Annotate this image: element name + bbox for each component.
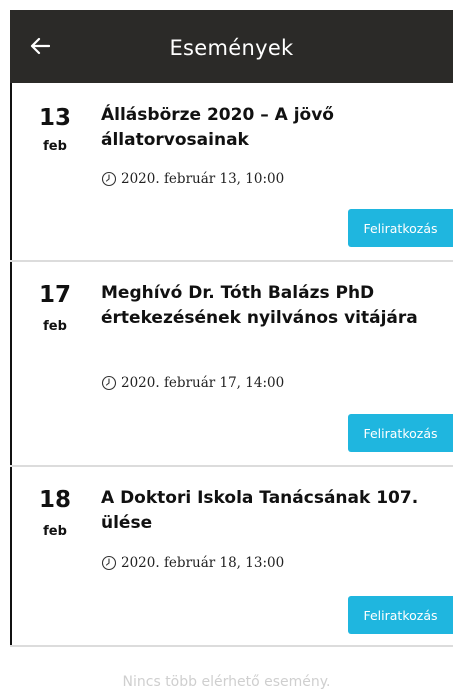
event-date-month: feb [43, 524, 67, 539]
event-time: 2020. február 17, 14:00 [101, 375, 284, 391]
arrow-left-icon [30, 37, 50, 55]
event-time: 2020. február 18, 13:00 [101, 555, 284, 571]
event-title[interactable]: A Doktori Iskola Tanácsának 107. ülése [101, 486, 431, 536]
event-time-text: 2020. február 18, 13:00 [121, 555, 285, 571]
clock-icon [101, 171, 117, 187]
event-title[interactable]: Állásbörze 2020 – A jövő állatorvosainak [101, 103, 431, 153]
divider [10, 645, 453, 647]
event-card[interactable]: 18 feb A Doktori Iskola Tanácsának 107. … [10, 467, 453, 645]
event-date-day: 17 [38, 282, 71, 308]
event-date-month: feb [43, 319, 67, 334]
subscribe-button[interactable]: Feliratkozás [348, 414, 453, 452]
event-card[interactable]: 13 feb Állásbörze 2020 – A jövő állatorv… [10, 83, 453, 260]
subscribe-button[interactable]: Feliratkozás [348, 596, 453, 634]
subscribe-button[interactable]: Feliratkozás [348, 209, 453, 247]
event-title[interactable]: Meghívó Dr. Tóth Balázs PhD értekezéséne… [101, 281, 431, 331]
app-header: Események [10, 10, 453, 83]
page-title: Események [169, 36, 294, 60]
clock-icon [101, 555, 117, 571]
clock-icon [101, 375, 117, 391]
event-time-text: 2020. február 17, 14:00 [121, 375, 285, 391]
event-date-day: 18 [38, 487, 71, 513]
event-date-month: feb [43, 139, 67, 154]
back-button[interactable] [22, 30, 58, 62]
no-more-events-message: Nincs több elérhető esemény. [122, 674, 331, 690]
event-card[interactable]: 17 feb Meghívó Dr. Tóth Balázs PhD értek… [10, 262, 453, 465]
event-date-day: 13 [38, 105, 71, 131]
event-time: 2020. február 13, 10:00 [101, 171, 284, 187]
event-time-text: 2020. február 13, 10:00 [121, 171, 285, 187]
